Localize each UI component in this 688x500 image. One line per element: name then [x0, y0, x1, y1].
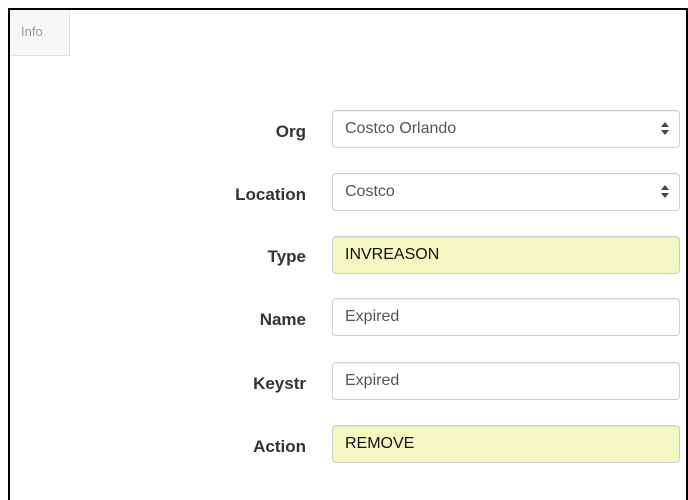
org-select[interactable]: Costco Orlando [332, 110, 680, 148]
keystr-field[interactable]: Expired [332, 362, 680, 400]
tab-info[interactable]: Info [10, 10, 70, 56]
location-label: Location [235, 185, 306, 204]
action-label: Action [253, 437, 306, 456]
type-field[interactable]: INVREASON [332, 236, 680, 274]
action-field[interactable]: REMOVE [332, 425, 680, 463]
name-label: Name [259, 310, 306, 329]
select-arrows-icon [661, 183, 669, 201]
info-panel: Info Org Costco Orlando Location Costco … [8, 8, 688, 500]
org-label: Org [275, 122, 306, 141]
name-field[interactable]: Expired [332, 298, 680, 336]
location-select[interactable]: Costco [332, 173, 680, 211]
type-label: Type [267, 247, 306, 266]
location-select-value: Costco [345, 183, 395, 200]
keystr-label: Keystr [253, 374, 306, 393]
select-arrows-icon [661, 120, 669, 138]
org-select-value: Costco Orlando [345, 120, 457, 137]
